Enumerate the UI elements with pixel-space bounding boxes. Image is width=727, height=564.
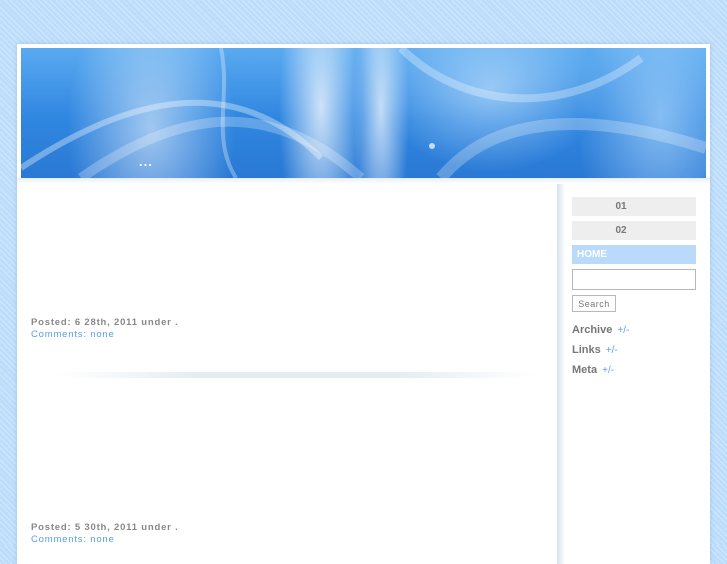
toggle-links[interactable]: +/- — [606, 345, 618, 356]
comments-label: Comments: — [31, 329, 87, 340]
nav-item-home[interactable]: HOME — [572, 245, 696, 264]
nav-item-01[interactable]: 01 — [572, 197, 696, 216]
post-comments: Comments: none — [31, 329, 115, 340]
comments-link[interactable]: none — [90, 534, 114, 545]
widget-archive: Archive +/- — [572, 324, 696, 336]
toggle-archive[interactable]: +/- — [617, 325, 629, 336]
widget-title: Links — [572, 344, 601, 356]
main-content: Posted: 6 28th, 2011 under . Comments: n… — [17, 184, 557, 564]
comments-link[interactable]: none — [90, 329, 114, 340]
sidebar: 01 02 HOME Search Archive +/- Links +/- … — [572, 197, 696, 376]
site-title[interactable]: ... — [139, 154, 153, 169]
header-wave-decoration — [21, 48, 706, 178]
search-button[interactable]: Search — [572, 295, 616, 312]
widget-meta: Meta +/- — [572, 364, 696, 376]
widget-title: Meta — [572, 364, 598, 376]
header-banner: ... — [21, 48, 706, 178]
widget-links: Links +/- — [572, 344, 696, 356]
post-meta: Posted: 6 28th, 2011 under . — [31, 317, 179, 328]
nav-item-02[interactable]: 02 — [572, 221, 696, 240]
toggle-meta[interactable]: +/- — [602, 365, 614, 376]
post-divider — [57, 372, 537, 378]
widget-title: Archive — [572, 324, 613, 336]
post-meta: Posted: 5 30th, 2011 under . — [31, 522, 179, 533]
post-comments: Comments: none — [31, 534, 115, 545]
sidebar-divider — [557, 184, 565, 564]
search-input[interactable] — [572, 269, 696, 290]
comments-label: Comments: — [31, 534, 87, 545]
page-container: ... Posted: 6 28th, 2011 under . Comment… — [17, 44, 710, 564]
